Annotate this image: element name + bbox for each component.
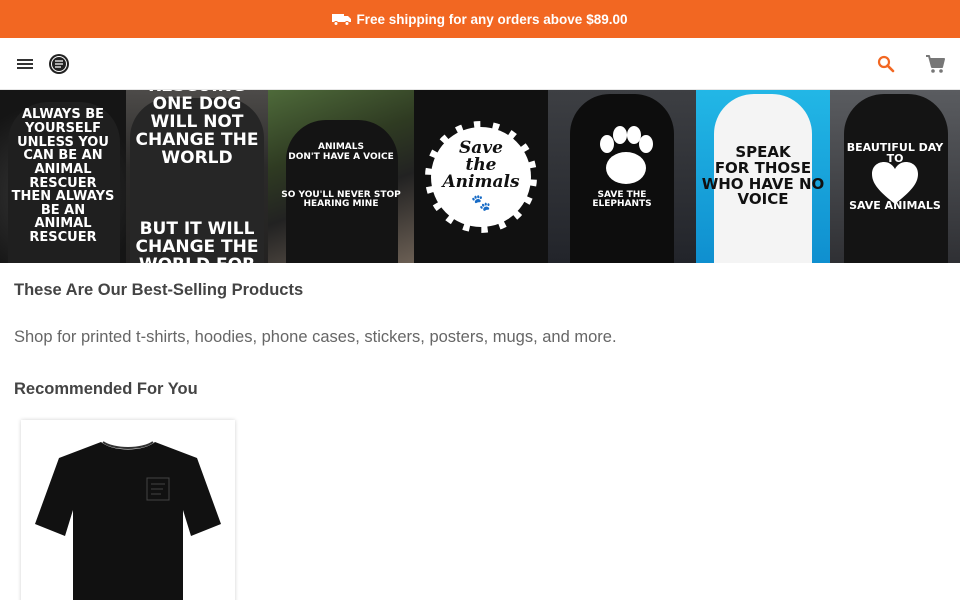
promo-bar: Free shipping for any orders above $89.0… bbox=[0, 0, 960, 38]
truck-icon bbox=[332, 14, 352, 26]
banner-panel[interactable]: ALWAYS BE YOURSELF UNLESS YOU CAN BE AN … bbox=[0, 90, 126, 263]
banner-panel-text: ANIMALS DON'T HAVE A VOICE SO YOU'LL NEV… bbox=[281, 142, 401, 210]
promo-text: Free shipping for any orders above bbox=[356, 11, 583, 27]
menu-icon[interactable] bbox=[14, 54, 36, 74]
product-card[interactable] bbox=[21, 420, 235, 600]
banner-panel[interactable]: Save the Animals 🐾 bbox=[414, 90, 548, 263]
paw-icon: 🐾 bbox=[471, 195, 491, 212]
banner-panel-text: Save the Animals bbox=[442, 138, 520, 192]
banner-panel-text: SPEAK FOR THOSE WHO HAVE NO VOICE bbox=[701, 143, 825, 209]
promo-amount: $89.00 bbox=[586, 11, 628, 27]
banner-panel-text: ALWAYS BE YOURSELF UNLESS YOU CAN BE AN … bbox=[11, 107, 115, 246]
banner-panel[interactable]: SAVE THE ELEPHANTS bbox=[548, 90, 696, 263]
bestselling-heading: These Are Our Best-Selling Products bbox=[14, 281, 304, 299]
black-tshirt-image bbox=[35, 441, 221, 600]
site-header bbox=[0, 38, 960, 90]
save-animals-badge: Save the Animals 🐾 bbox=[425, 120, 537, 233]
banner-panel-text: SAVE THE ELEPHANTS bbox=[592, 189, 652, 210]
search-icon[interactable] bbox=[876, 54, 896, 74]
hero-banner[interactable]: ALWAYS BE YOURSELF UNLESS YOU CAN BE AN … bbox=[0, 90, 960, 263]
recommended-heading: Recommended For You bbox=[14, 380, 198, 398]
banner-panel-text: RESCUING ONE DOG WILL NOT CHANGE THE WOR… bbox=[135, 90, 259, 263]
banner-panel-text: BEAUTIFUL DAY TO SAVE ANIMALS bbox=[846, 140, 944, 212]
banner-panel[interactable]: SPEAK FOR THOSE WHO HAVE NO VOICE bbox=[696, 90, 830, 263]
banner-panel[interactable]: BEAUTIFUL DAY TO SAVE ANIMALS bbox=[830, 90, 960, 263]
cart-icon[interactable] bbox=[924, 53, 946, 75]
brand-logo-icon[interactable] bbox=[48, 53, 70, 75]
banner-panel[interactable]: ANIMALS DON'T HAVE A VOICE SO YOU'LL NEV… bbox=[268, 90, 414, 263]
banner-panel[interactable]: RESCUING ONE DOG WILL NOT CHANGE THE WOR… bbox=[126, 90, 268, 263]
shop-description: Shop for printed t-shirts, hoodies, phon… bbox=[14, 328, 617, 346]
